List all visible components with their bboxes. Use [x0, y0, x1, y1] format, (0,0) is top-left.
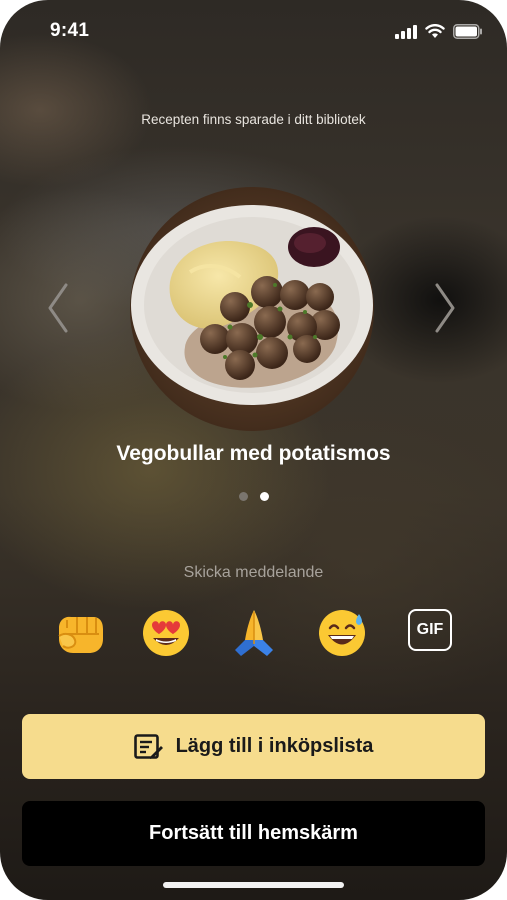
next-recipe-button[interactable] — [425, 280, 465, 336]
folded-hands-icon — [235, 610, 273, 656]
wifi-icon — [425, 24, 445, 44]
cellular-signal-icon — [395, 24, 417, 44]
status-icons — [395, 24, 483, 44]
page-dot[interactable] — [238, 492, 248, 501]
send-message-label: Skicka meddelande — [183, 564, 324, 581]
previous-recipe-button[interactable] — [38, 280, 78, 336]
gif-button[interactable]: GIF — [408, 609, 452, 651]
add-to-shopping-list-label: Lägg till i inköpslista — [175, 735, 374, 757]
screen: 9:41 Recepten finns sparade i ditt bibli… — [0, 0, 507, 900]
heart-eyes-icon — [143, 610, 189, 656]
battery-icon — [453, 24, 483, 44]
carousel-page-indicator — [0, 492, 507, 501]
chevron-left-icon — [48, 283, 68, 333]
folded-hands-emoji-button[interactable] — [226, 605, 282, 661]
grinning-sweat-emoji-button[interactable] — [314, 605, 370, 661]
reaction-row: GIF — [52, 605, 462, 661]
fist-bump-icon — [58, 616, 103, 653]
saved-in-library-message: Recepten finns sparade i ditt bibliotek — [141, 112, 366, 127]
recipe-photo — [130, 187, 374, 431]
heart-eyes-emoji-button[interactable] — [138, 605, 194, 661]
status-bar: 9:41 — [0, 0, 507, 62]
recipe-title: Vegobullar med potatismos — [116, 442, 391, 465]
home-indicator[interactable] — [163, 882, 344, 888]
list-edit-icon — [133, 733, 163, 759]
continue-to-home-label: Fortsätt till hemskärm — [149, 822, 358, 844]
fist-bump-emoji-button[interactable] — [52, 605, 108, 661]
page-dot-active[interactable] — [259, 492, 269, 501]
grinning-sweat-icon — [319, 610, 365, 656]
chevron-right-icon — [435, 283, 455, 333]
continue-to-home-button[interactable]: Fortsätt till hemskärm — [22, 801, 485, 866]
add-to-shopping-list-button[interactable]: Lägg till i inköpslista — [22, 714, 485, 779]
status-time: 9:41 — [50, 20, 90, 41]
